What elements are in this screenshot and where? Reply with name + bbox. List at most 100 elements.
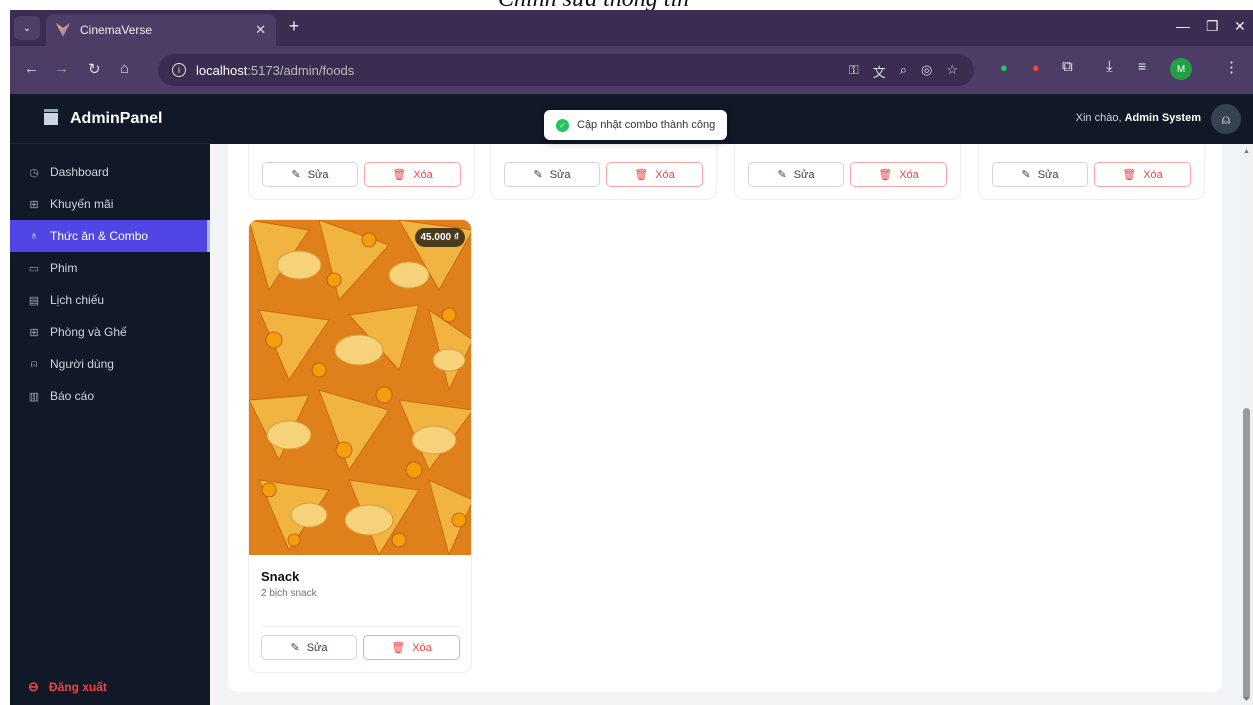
scrollbar-thumb[interactable] [1243,408,1250,700]
food-grid-panel: ✎ Sửa 🗑 Xóa ✎ Sửa 🗑 Xóa ✎ Sửa 🗑 Xóa ✎ Sửa 🗑 Xóa [228,144,1222,692]
check-circle-icon: ✓ [556,118,569,132]
delete-button[interactable]: 🗑 Xóa [1094,162,1191,187]
home-icon[interactable]: ⌂ [120,60,129,77]
tab-bar: ⌄ CinemaVerse ✕ + — ❐ ✕ [10,10,1253,46]
browser-tab[interactable]: CinemaVerse ✕ [46,14,276,46]
dashboard-icon: ◷ [29,166,39,179]
key-icon[interactable]: ⚿ [849,62,859,81]
bookmark-star-icon[interactable]: ☆ [946,62,958,81]
extension-icon[interactable]: ● [1000,60,1008,75]
url-path: :5173/admin/foods [247,62,355,78]
delete-button[interactable]: 🗑 Xóa [363,635,460,660]
food-card: ✎ Sửa 🗑 Xóa [734,144,961,200]
sidebar-item-label: Báo cáo [50,389,95,403]
delete-label: Xóa [412,641,432,654]
download-icon[interactable]: ⤓ [1106,58,1113,75]
edit-label: Sửa [793,168,815,181]
gift-icon: ⊞ [29,198,39,211]
edit-label: Sửa [306,641,328,654]
pencil-icon: ✎ [533,169,543,181]
browser-menu-icon[interactable]: ⋮ [1224,58,1239,76]
forward-icon[interactable]: → [54,60,69,77]
profile-avatar[interactable]: M [1170,58,1192,80]
top-header: Xin chào, Admin System ⍝ [210,94,1253,144]
sidebar-item-reports[interactable]: ▥ Báo cáo [10,380,210,412]
trash-icon: 🗑 [878,169,893,181]
trash-icon: 🗑 [391,642,406,654]
url-host: localhost [196,62,248,78]
tab-title: CinemaVerse [80,23,153,37]
pencil-icon: ✎ [291,169,301,181]
back-icon[interactable]: ← [24,60,39,77]
edit-button[interactable]: ✎ Sửa [748,162,844,187]
brand[interactable]: AdminPanel [10,94,210,144]
sidebar: AdminPanel ◷ Dashboard ⊞ Khuyến mãi ♁ Thức … [10,94,210,705]
page-caption: Chỉnh sửa thông tin [0,0,1253,10]
restore-icon[interactable]: ❐ [1206,18,1219,35]
edit-button[interactable]: ✎ Sửa [261,635,357,660]
grid-icon: ⊞ [29,326,39,339]
scroll-down-icon[interactable]: ▼ [1243,696,1250,703]
calendar-icon: ▤ [28,294,40,307]
tab-search-button[interactable]: ⌄ [14,16,40,40]
chart-icon: ▥ [28,390,40,403]
sidebar-item-dashboard[interactable]: ◷ Dashboard [10,156,210,188]
url-input[interactable]: i localhost:5173/admin/foods ⚿ 文 ⌕ ◎ ☆ [158,54,974,86]
user-avatar-icon[interactable]: ⍝ [1211,104,1241,134]
delete-button[interactable]: 🗑 Xóa [850,162,947,187]
close-window-icon[interactable]: ✕ [1234,18,1246,35]
delete-button[interactable]: 🗑 Xóa [606,162,703,187]
toast-message: Cập nhật combo thành công [577,119,716,131]
brand-name: AdminPanel [70,109,163,127]
pencil-icon: ✎ [777,169,787,181]
sidebar-item-label: Thức ăn & Combo [50,229,149,243]
clapper-icon [44,108,58,125]
sidebar-item-movies[interactable]: ▭ Phim [10,252,210,284]
user-icon: ⍝ [30,357,38,370]
greeting: Xin chào, Admin System [1076,112,1201,124]
translate-icon[interactable]: 文 [873,62,886,81]
extensions-puzzle-icon[interactable]: ⧉ [1062,58,1073,75]
food-card: ✎ Sửa 🗑 Xóa [978,144,1205,200]
sidebar-item-showtimes[interactable]: ▤ Lịch chiếu [10,284,210,316]
card-divider [261,626,461,627]
pencil-icon: ✎ [290,642,300,654]
new-tab-button[interactable]: + [282,16,306,40]
adblock-icon[interactable]: ● [1032,60,1040,75]
sidebar-item-label: Phòng và Ghế [50,325,127,339]
edit-label: Sửa [549,168,571,181]
edit-label: Sửa [1037,168,1059,181]
scroll-up-icon[interactable]: ▲ [1243,148,1250,155]
product-image: 45.000 ₫ [249,220,471,555]
edit-button[interactable]: ✎ Sửa [504,162,600,187]
sidebar-item-foods[interactable]: ♁ Thức ăn & Combo [10,220,210,252]
sidebar-item-rooms[interactable]: ⊞ Phòng và Ghế [10,316,210,348]
eye-off-icon[interactable]: ◎ [921,62,932,81]
logout-button[interactable]: ⊖ Đăng xuất [28,679,107,695]
logout-icon: ⊖ [28,679,39,694]
product-description: 2 bịch snack [261,588,317,599]
sidebar-menu: ◷ Dashboard ⊞ Khuyến mãi ♁ Thức ăn & Combo … [10,144,210,412]
food-card: ✎ Sửa 🗑 Xóa [490,144,717,200]
browser-window: ⌄ CinemaVerse ✕ + — ❐ ✕ ← → ↻ ⌂ i localh… [10,10,1253,705]
sidebar-item-users[interactable]: ⍝ Người dùng [10,348,210,380]
zoom-icon[interactable]: ⌕ [900,62,907,81]
food-card: ✎ Sửa 🗑 Xóa [248,144,475,200]
trash-icon: 🗑 [634,169,649,181]
edit-button[interactable]: ✎ Sửa [992,162,1088,187]
close-tab-icon[interactable]: ✕ [255,22,266,38]
greeting-text: Xin chào, [1075,112,1122,124]
sidebar-item-label: Người dùng [50,357,114,371]
food-card-snack: 45.000 ₫ Snack 2 bịch snack ✎ Sửa 🗑 Xóa [248,219,472,673]
trash-icon: 🗑 [392,169,407,181]
site-info-icon[interactable]: i [172,63,186,77]
edit-button[interactable]: ✎ Sửa [262,162,358,187]
delete-button[interactable]: 🗑 Xóa [364,162,461,187]
page-scrollbar[interactable]: ▲ ▼ [1240,144,1253,705]
reload-icon[interactable]: ↻ [88,60,101,78]
sidebar-item-promotions[interactable]: ⊞ Khuyến mãi [10,188,210,220]
reading-list-icon[interactable]: ≡ [1138,58,1146,74]
minimize-icon[interactable]: — [1176,18,1190,34]
address-bar-row: ← → ↻ ⌂ i localhost:5173/admin/foods ⚿ 文… [10,46,1253,94]
success-toast: ✓ Cập nhật combo thành công [544,110,728,140]
